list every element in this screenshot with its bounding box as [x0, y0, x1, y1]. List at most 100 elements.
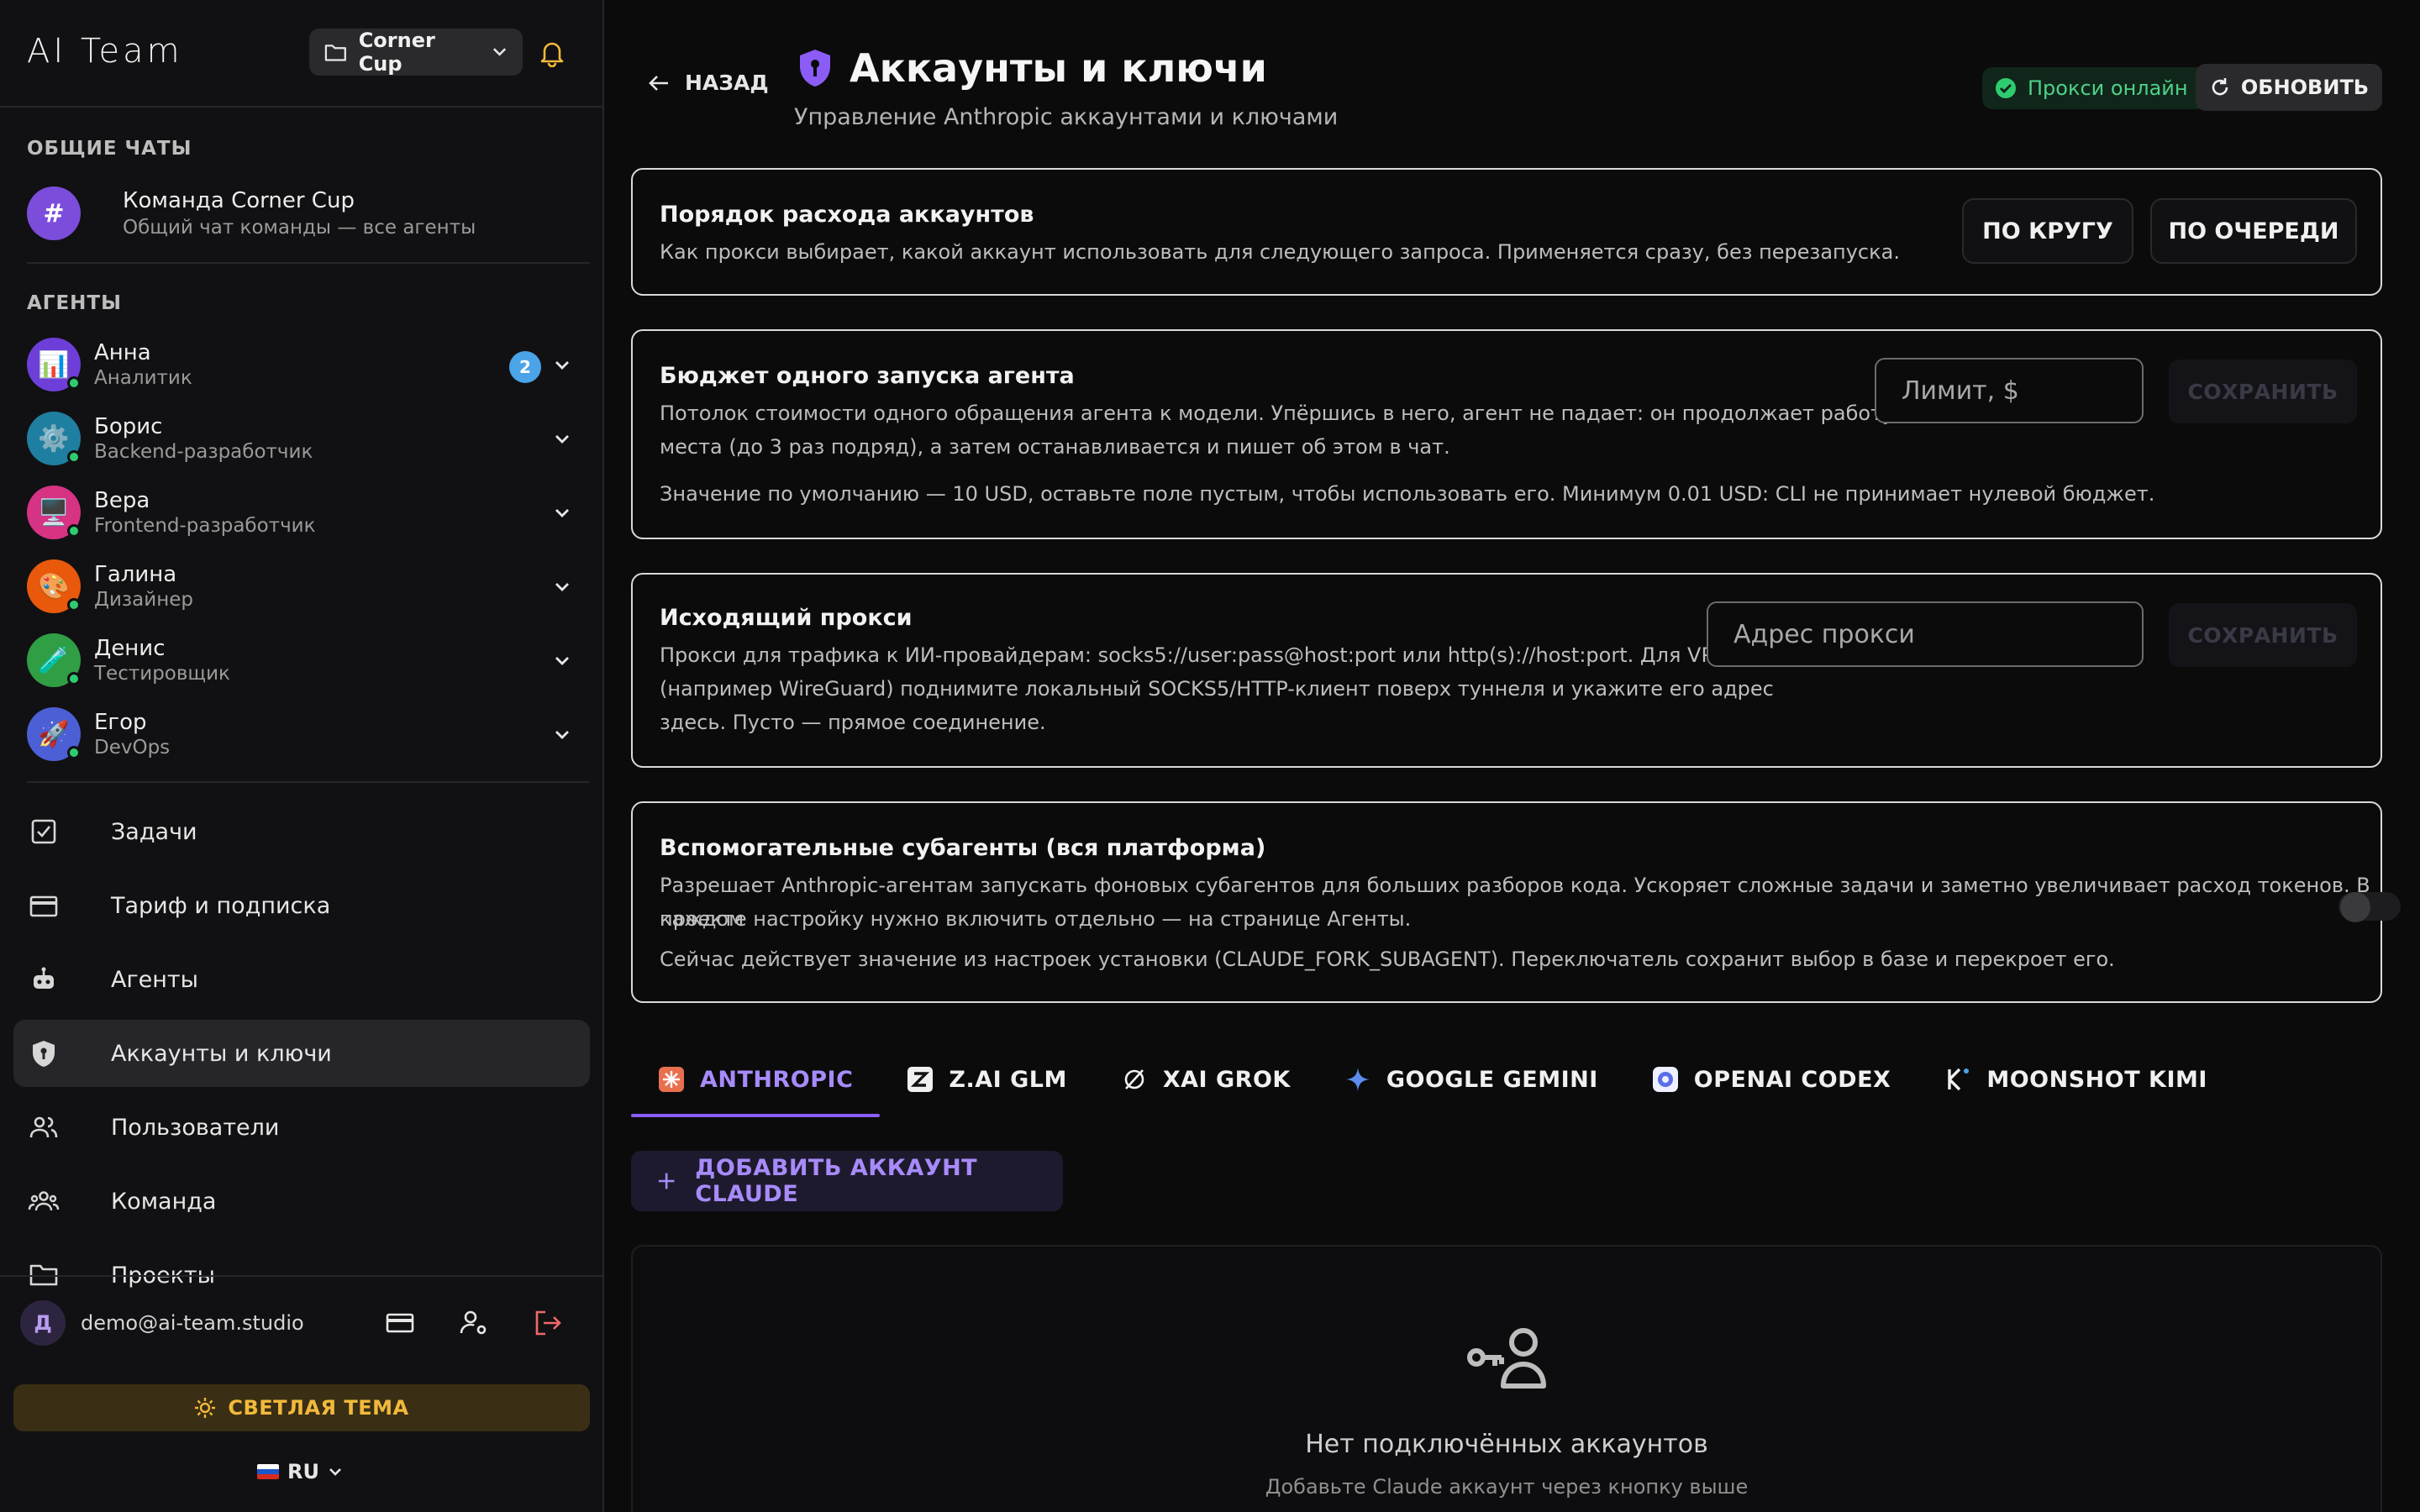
sidebar-item-team[interactable]: Команда	[13, 1168, 590, 1235]
tab-grok[interactable]: XAI GROK	[1094, 1042, 1318, 1117]
shared-chats-label: ОБЩИЕ ЧАТЫ	[27, 138, 192, 160]
divider	[0, 1275, 602, 1277]
brand-logo: AI Team	[27, 32, 183, 71]
arrow-left-icon	[649, 75, 668, 91]
add-claude-account-button[interactable]: ДОБАВИТЬ АККАУНТ CLAUDE	[631, 1151, 1063, 1211]
avatar: 🎨	[27, 559, 81, 613]
proxy-address-input[interactable]	[1707, 601, 2144, 667]
subagents-toggle[interactable]	[2338, 892, 2401, 922]
sidebar-item-checkbox[interactable]: Задачи	[13, 798, 590, 865]
sidebar-item-label: Тариф и подписка	[111, 892, 331, 919]
card-title: Вспомогательные субагенты (вся платформа…	[660, 835, 1266, 861]
tab-gemini[interactable]: GOOGLE GEMINI	[1318, 1042, 1625, 1117]
team-chat-item[interactable]: # Команда Corner Cup Общий чат команды —…	[27, 186, 476, 240]
online-dot	[67, 524, 81, 538]
user-settings-icon[interactable]	[459, 1308, 489, 1338]
avatar: 🖥️	[27, 486, 81, 539]
agent-item[interactable]: ⚙️ Борис Backend-разработчик	[27, 408, 581, 469]
chevron-down-icon[interactable]	[553, 726, 571, 744]
user-email: demo@ai-team.studio	[81, 1311, 304, 1335]
toggle-knob	[2340, 892, 2370, 922]
chevron-down-icon[interactable]	[553, 356, 571, 375]
sidebar-item-credit-card[interactable]: Тариф и подписка	[13, 872, 590, 939]
theme-label: СВЕТЛАЯ ТЕМА	[228, 1396, 409, 1420]
tab-label: MOONSHOT KIMI	[1986, 1066, 2207, 1093]
card-title: Бюджет одного запуска агента	[660, 363, 1075, 389]
chevron-down-icon[interactable]	[553, 430, 571, 449]
status-text: Прокси онлайн	[2028, 76, 2188, 100]
sidebar-item-label: Команда	[111, 1188, 217, 1215]
avatar: ⚙️	[27, 412, 81, 465]
online-dot	[67, 672, 81, 685]
tab-zai[interactable]: Z.AI GLM	[880, 1042, 1093, 1117]
account-order-card: Порядок расхода аккаунтов Как прокси выб…	[631, 168, 2382, 296]
team-chat-subtitle: Общий чат команды — все агенты	[123, 217, 476, 239]
empty-title: Нет подключённых аккаунтов	[1305, 1430, 1708, 1459]
gemini-icon	[1344, 1066, 1371, 1093]
budget-card: Бюджет одного запуска агента Потолок сто…	[631, 329, 2382, 539]
add-button-label: ДОБАВИТЬ АККАУНТ CLAUDE	[695, 1155, 978, 1207]
agent-item[interactable]: 📊 Анна Аналитик 2	[27, 334, 581, 395]
agent-item[interactable]: 🚀 Егор DevOps	[27, 704, 581, 764]
agent-name: Галина	[94, 562, 177, 587]
tab-codex[interactable]: OPENAI CODEX	[1625, 1042, 1918, 1117]
refresh-icon	[2212, 78, 2228, 96]
logout-icon[interactable]	[533, 1308, 563, 1338]
tab-kimi[interactable]: MOONSHOT KIMI	[1918, 1042, 2234, 1117]
users-icon	[27, 1110, 60, 1144]
project-selector[interactable]: Corner Cup	[309, 29, 523, 76]
agent-emoji-icon: 📊	[38, 349, 70, 380]
credit-card-icon[interactable]	[385, 1308, 415, 1338]
bell-icon[interactable]	[538, 39, 566, 67]
tab-anthropic[interactable]: ANTHROPIC	[631, 1042, 881, 1117]
kimi-icon	[1944, 1066, 1971, 1093]
empty-subtitle: Добавьте Claude аккаунт через кнопку выш…	[1265, 1475, 1749, 1499]
chevron-down-icon[interactable]	[553, 578, 571, 596]
flag-icon	[257, 1464, 279, 1479]
theme-toggle-button[interactable]: СВЕТЛАЯ ТЕМА	[13, 1384, 590, 1431]
agent-emoji-icon: ⚙️	[38, 423, 70, 454]
agent-item[interactable]: 🖥️ Вера Frontend-разработчик	[27, 482, 581, 543]
zai-icon	[907, 1066, 934, 1093]
sidebar-item-users[interactable]: Пользователи	[13, 1094, 590, 1161]
agent-role: Backend-разработчик	[94, 441, 313, 463]
back-button[interactable]: НАЗАД	[648, 71, 769, 95]
page-title: Аккаунты и ключи	[850, 45, 1267, 91]
save-proxy-button[interactable]: СОХРАНИТЬ	[2169, 603, 2357, 667]
save-budget-button[interactable]: СОХРАНИТЬ	[2169, 360, 2357, 423]
tab-label: GOOGLE GEMINI	[1386, 1066, 1598, 1093]
card-description: Как прокси выбирает, какой аккаунт испол…	[660, 240, 1900, 264]
language-selector[interactable]: RU	[257, 1460, 343, 1483]
chevron-down-icon[interactable]	[553, 652, 571, 670]
shield-key-icon	[27, 1037, 60, 1070]
sidebar-item-label: Пользователи	[111, 1114, 280, 1141]
sidebar-item-robot[interactable]: Агенты	[13, 946, 590, 1013]
sidebar-item-shield-key[interactable]: Аккаунты и ключи	[13, 1020, 590, 1087]
card-note: Значение по умолчанию — 10 USD, оставьте…	[660, 482, 2155, 506]
agent-role: Frontend-разработчик	[94, 515, 316, 537]
round-robin-button[interactable]: ПО КРУГУ	[1962, 198, 2133, 264]
card-title: Исходящий прокси	[660, 605, 913, 631]
chevron-down-icon[interactable]	[553, 504, 571, 522]
online-dot	[67, 376, 81, 390]
agent-item[interactable]: 🧪 Денис Тестировщик	[27, 630, 581, 690]
agent-emoji-icon: 🖥️	[38, 497, 70, 528]
budget-limit-input[interactable]	[1875, 358, 2144, 423]
agent-name: Вера	[94, 488, 150, 513]
status-badge: Прокси онлайн	[1982, 67, 2207, 109]
online-dot	[67, 598, 81, 612]
agent-item[interactable]: 🎨 Галина Дизайнер	[27, 556, 581, 617]
page-title-row: Аккаунты и ключи	[796, 45, 1267, 91]
avatar: 📊	[27, 338, 81, 391]
language-label: RU	[287, 1460, 319, 1483]
sequential-button[interactable]: ПО ОЧЕРЕДИ	[2150, 198, 2357, 264]
agent-role: Тестировщик	[94, 663, 230, 685]
team-icon	[27, 1184, 60, 1218]
credit-card-icon	[27, 889, 60, 922]
codex-icon	[1652, 1066, 1679, 1093]
grok-icon	[1121, 1066, 1148, 1093]
refresh-button[interactable]: ОБНОВИТЬ	[2196, 64, 2382, 111]
avatar: 🚀	[27, 707, 81, 761]
sun-icon	[195, 1398, 216, 1418]
tab-label: XAI GROK	[1162, 1066, 1291, 1093]
